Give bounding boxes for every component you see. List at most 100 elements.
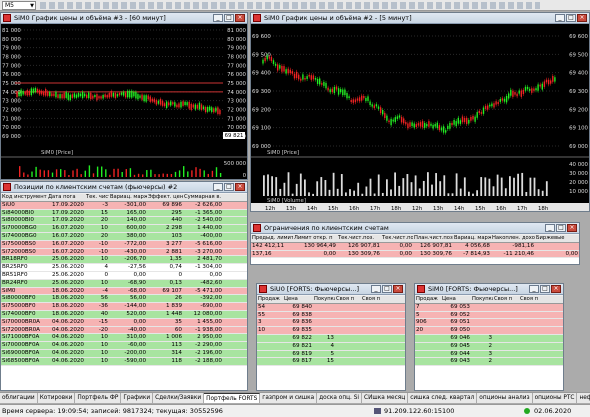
table-row[interactable]: BR18RF0 25.06.2020 10 -206,70 1,35 2 481,70 (1, 256, 247, 265)
minimize-button[interactable]: _ (545, 224, 555, 232)
workspace-tab[interactable]: облигации (0, 393, 38, 403)
limits-window[interactable]: Ограничения по клиентским счетам _ □ × Пред… (250, 222, 580, 265)
workspace-tab[interactable]: опционы анализ (477, 393, 533, 403)
table-row[interactable]: 20 69 050 (415, 327, 563, 335)
workspace-tab[interactable]: нефть- (577, 393, 590, 403)
table-row[interactable]: Si75000BS0 16.07.2020 -10 -772,00 3 277 -5 61… (1, 240, 247, 249)
table-row[interactable]: BR25RF0 25.06.2020 4 -27,56 0,74 -1 304,00 (1, 264, 247, 272)
table-row[interactable]: Si72000BR0A 04.06.2020 -20 -40,00 60 -1 938,0… (1, 326, 247, 335)
limits-titlebar[interactable]: Ограничения по клиентским счетам _ □ × (251, 223, 579, 234)
maximize-button[interactable]: □ (224, 14, 234, 22)
table-row[interactable]: Si72000BS0 16.07.2020 -10 -430,00 2 881 -3 27… (1, 248, 247, 257)
close-button[interactable]: × (577, 14, 587, 22)
table-row[interactable]: BR24RF0 25.06.2020 10 -68,90 0,13 -482,60 (1, 279, 247, 288)
table-row[interactable]: 69 817 15 (257, 358, 405, 367)
positions-table[interactable]: Код инструментаДата погаТек. чист.Вариац… (1, 194, 247, 390)
chart1-window[interactable]: SiM0 График цены и объёма #3 - [60 минут… (0, 12, 248, 180)
maximize-button[interactable]: □ (540, 285, 550, 293)
quote1-column-header[interactable]: Цена (283, 296, 313, 303)
table-row[interactable]: Si80000BI0 17.09.2020 20 140,00 440 -2 540,00 (1, 217, 247, 226)
table-row[interactable]: SiU0 17.09.2020 -3 -301,00 69 896 -2 626,00 (1, 201, 247, 210)
workspace-tab[interactable]: сишка след. квартал (408, 393, 478, 403)
quote2-window[interactable]: SiM0 [FORTS: Фьючерсы...] _ □ × Продаж Цена П… (414, 283, 564, 391)
workspace-tab[interactable]: Сделки/Заявки (153, 393, 205, 403)
table-row[interactable]: 137,16 0,00 130 309,76 0,00 130 309,76 -7 814… (251, 250, 579, 259)
table-row[interactable]: 69 822 13 (257, 334, 405, 343)
table-row[interactable]: 69 819 5 (257, 350, 405, 359)
table-row[interactable]: 3 69 836 (257, 319, 405, 328)
quote1-titlebar[interactable]: SiU0 [FORTS: Фьючерсы...] _ □ × (257, 284, 405, 295)
limits-column-header[interactable]: Вариац. маржа (453, 235, 491, 242)
table-row[interactable]: 5 69 052 (415, 311, 563, 320)
chart1-price-plot[interactable]: 81 000 81 000 80 000 80 000 79 000 79 000 78 0… (1, 24, 247, 179)
table-row[interactable]: 55 69 838 (257, 311, 405, 320)
table-row[interactable]: 69 821 4 (257, 342, 405, 351)
close-button[interactable]: × (235, 183, 245, 191)
minimize-button[interactable]: _ (213, 14, 223, 22)
table-row[interactable]: 906 69 051 (415, 319, 563, 328)
table-row[interactable]: 10 69 835 (257, 327, 405, 335)
table-row[interactable]: Si70000BR0A 04.06.2020 -15 0,00 35 1 455,00 (1, 318, 247, 327)
minimize-button[interactable]: _ (555, 14, 565, 22)
maximize-button[interactable]: □ (556, 224, 566, 232)
chart1-titlebar[interactable]: SiM0 График цены и объёма #3 - [60 минут… (1, 13, 247, 24)
quote1-column-header[interactable]: Своя п (361, 296, 383, 303)
quote2-column-header[interactable]: Своя п (519, 296, 541, 303)
workspace-tab[interactable]: Графики (121, 393, 154, 403)
quote1-column-header[interactable]: Покупка (313, 296, 335, 303)
workspace-tab[interactable]: Котировки (38, 393, 76, 403)
table-row[interactable]: 7 69 053 (415, 303, 563, 312)
limits-column-header[interactable]: Биржевые (535, 235, 579, 242)
table-row[interactable]: 69 046 3 (415, 334, 563, 343)
workspace-tab[interactable]: газпром и сишка (260, 393, 318, 403)
table-row[interactable]: Si68500BF0A 04.06.2020 10 -590,00 118 -2 188,… (1, 357, 247, 366)
quote2-column-header[interactable]: Своя п (493, 296, 519, 303)
minimize-button[interactable]: _ (371, 285, 381, 293)
positions-column-header[interactable]: Эффект. цена (147, 194, 183, 201)
table-row[interactable]: SiM0 18.06.2020 -4 -68,00 69 107 -5 471,00 (1, 287, 247, 296)
table-row[interactable]: Si74000BF0 18.06.2020 40 520,00 1 448 12 080,… (1, 310, 247, 319)
table-row[interactable]: BR51RF0 25.06.2020 0 0,00 0 0,00 (1, 271, 247, 280)
maximize-button[interactable]: □ (566, 14, 576, 22)
toolbar-icons[interactable] (40, 2, 540, 9)
table-row[interactable]: Si84000BI0 17.09.2020 15 165,00 295 -1 365,00 (1, 209, 247, 218)
positions-column-header[interactable]: Код инструмента (1, 194, 47, 201)
chevron-down-icon[interactable]: ▼ (30, 2, 34, 10)
close-button[interactable]: × (235, 14, 245, 22)
quote2-table[interactable]: Продаж Цена Покупка Своя п Своя п 7 69 053 5 69 … (415, 296, 563, 390)
workspace-tab[interactable]: Портфель FORTS (204, 393, 261, 403)
quote1-column-header[interactable]: Продаж (257, 296, 283, 303)
minimize-button[interactable]: _ (529, 285, 539, 293)
table-row[interactable]: 69 045 2 (415, 342, 563, 351)
close-button[interactable]: × (393, 285, 403, 293)
table-row[interactable]: 142 412,11 130 964,49 126 907,81 0,00 126 90… (251, 242, 579, 251)
positions-column-header[interactable]: Суммарная в. (183, 194, 223, 201)
table-row[interactable]: 54 69 840 (257, 303, 405, 312)
workspace-tab[interactable]: Портфель ФР (75, 393, 122, 403)
limits-column-header[interactable]: Тек.чист.поз. (337, 235, 381, 242)
quote1-window[interactable]: SiU0 [FORTS: Фьючерсы...] _ □ × Продаж Цена П… (256, 283, 406, 391)
table-row[interactable]: Si75000BF0 18.06.2020 -36 -144,00 1 839 -690,… (1, 303, 247, 311)
limits-column-header[interactable]: Предыд. лимит (251, 235, 293, 242)
workspace-tab[interactable]: доска опц. Si (317, 393, 363, 403)
table-row[interactable]: 69 044 3 (415, 350, 563, 359)
quote2-titlebar[interactable]: SiM0 [FORTS: Фьючерсы...] _ □ × (415, 284, 563, 295)
positions-column-header[interactable]: Тек. чист. (85, 194, 109, 201)
ticker-select[interactable]: M5 ▼ (2, 1, 36, 10)
minimize-button[interactable]: _ (213, 183, 223, 191)
limits-column-header[interactable]: Лимит откр. п (293, 235, 337, 242)
limits-column-header[interactable]: План.чист.поз. (413, 235, 453, 242)
workspace-tab[interactable]: опционы РТС (533, 393, 578, 403)
table-row[interactable]: Si80000BF0 18.06.2020 56 56,00 26 -392,00 (1, 295, 247, 304)
quote2-column-header[interactable]: Цена (441, 296, 471, 303)
maximize-button[interactable]: □ (224, 183, 234, 191)
table-row[interactable]: Si69000BF0A 04.06.2020 10 -200,00 314 -2 196,… (1, 349, 247, 358)
quote2-column-header[interactable]: Покупка (471, 296, 493, 303)
chart2-window[interactable]: SiM0 График цены и объёма #2 - [5 минут]… (250, 12, 590, 212)
table-row[interactable]: Si70000BF0A 04.06.2020 10 -60,00 113 -2 290,0… (1, 342, 247, 350)
chart2-price-plot[interactable]: 69 600 69 600 69 500 69 500 69 400 69 400 69 3… (251, 24, 589, 211)
close-button[interactable]: × (567, 224, 577, 232)
positions-window[interactable]: Позиции по клиентским счетам (фьючерсы) … (0, 181, 248, 391)
table-row[interactable]: 69 043 2 (415, 358, 563, 367)
close-button[interactable]: × (551, 285, 561, 293)
